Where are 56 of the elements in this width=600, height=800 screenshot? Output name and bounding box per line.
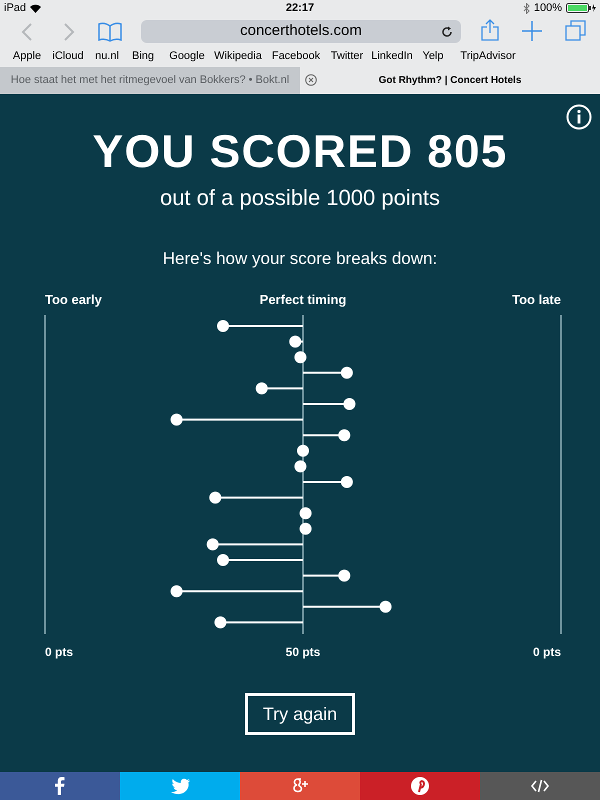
timing-lollipop [303, 429, 350, 442]
axis-label: Perfect timing [260, 292, 346, 307]
bookmark-link[interactable]: iCloud [52, 48, 84, 65]
bookmark-link[interactable]: Bing [132, 48, 154, 65]
address-bar[interactable]: concerthotels.com [141, 20, 461, 43]
tabs-icon[interactable] [565, 20, 586, 41]
url-text: concerthotels.com [240, 21, 362, 42]
try-again-button[interactable]: Try again [245, 693, 355, 735]
timing-lollipop [303, 476, 353, 488]
timing-lollipop [289, 336, 303, 348]
timing-lollipop [303, 366, 353, 379]
bookmark-link[interactable]: Twitter [330, 48, 364, 65]
bookmark-link[interactable]: Google [169, 48, 205, 65]
timing-lollipop [300, 507, 312, 520]
plus-icon[interactable] [522, 21, 542, 41]
axis-label: Too early [45, 292, 102, 307]
close-icon[interactable] [305, 74, 317, 86]
bird-icon [170, 776, 190, 796]
back-icon[interactable] [21, 23, 33, 41]
bookmark-link[interactable]: TripAdvisor [460, 48, 516, 65]
tick-label: 0 pts [45, 645, 74, 659]
wifi-icon [30, 4, 42, 12]
book-icon[interactable] [98, 22, 122, 42]
timing-lollipop [300, 522, 312, 535]
share-button[interactable] [360, 772, 480, 800]
share-button[interactable] [0, 772, 120, 800]
battery-icon [566, 3, 596, 13]
letter-f-icon [55, 776, 65, 796]
tick-label: 0 pts [532, 645, 561, 659]
bookmark-link[interactable]: Yelp [422, 48, 444, 65]
tick-label: 50 pts [286, 645, 320, 659]
share-icon[interactable] [481, 19, 499, 41]
bookmark-link[interactable]: Facebook [272, 48, 320, 65]
timing-lollipop [303, 398, 356, 410]
timing-lollipop [303, 570, 350, 582]
battery-percent: 100% [534, 0, 562, 16]
bookmark-link[interactable]: LinkedIn [371, 48, 413, 65]
p-circle-icon [410, 776, 430, 796]
info-icon[interactable] [566, 104, 592, 130]
timing-lollipop [294, 351, 306, 364]
score-subtitle: out of a possible 1000 points [160, 187, 440, 209]
timing-lollipop [297, 444, 309, 457]
forward-icon[interactable] [63, 23, 75, 41]
breakdown-heading: Here's how your score breaks down: [162, 250, 438, 267]
timing-lollipop [256, 382, 303, 394]
timing-lollipop [294, 460, 306, 472]
reload-icon[interactable] [441, 26, 453, 38]
bookmark-link[interactable]: Apple [12, 48, 42, 65]
clock-time: 22:17 [286, 0, 314, 16]
bluetooth-icon [522, 2, 530, 14]
bookmark-link[interactable]: Wikipedia [214, 48, 262, 65]
bookmark-link[interactable]: nu.nl [95, 48, 119, 65]
score-heading: YOU SCORED 805 [92, 128, 508, 174]
browser-tab[interactable]: Hoe staat het met het ritmegevoel van Bokkers? • Bokt.nl [0, 67, 300, 94]
device-name: iPad [4, 0, 26, 16]
axis-label: Too late [512, 292, 561, 307]
